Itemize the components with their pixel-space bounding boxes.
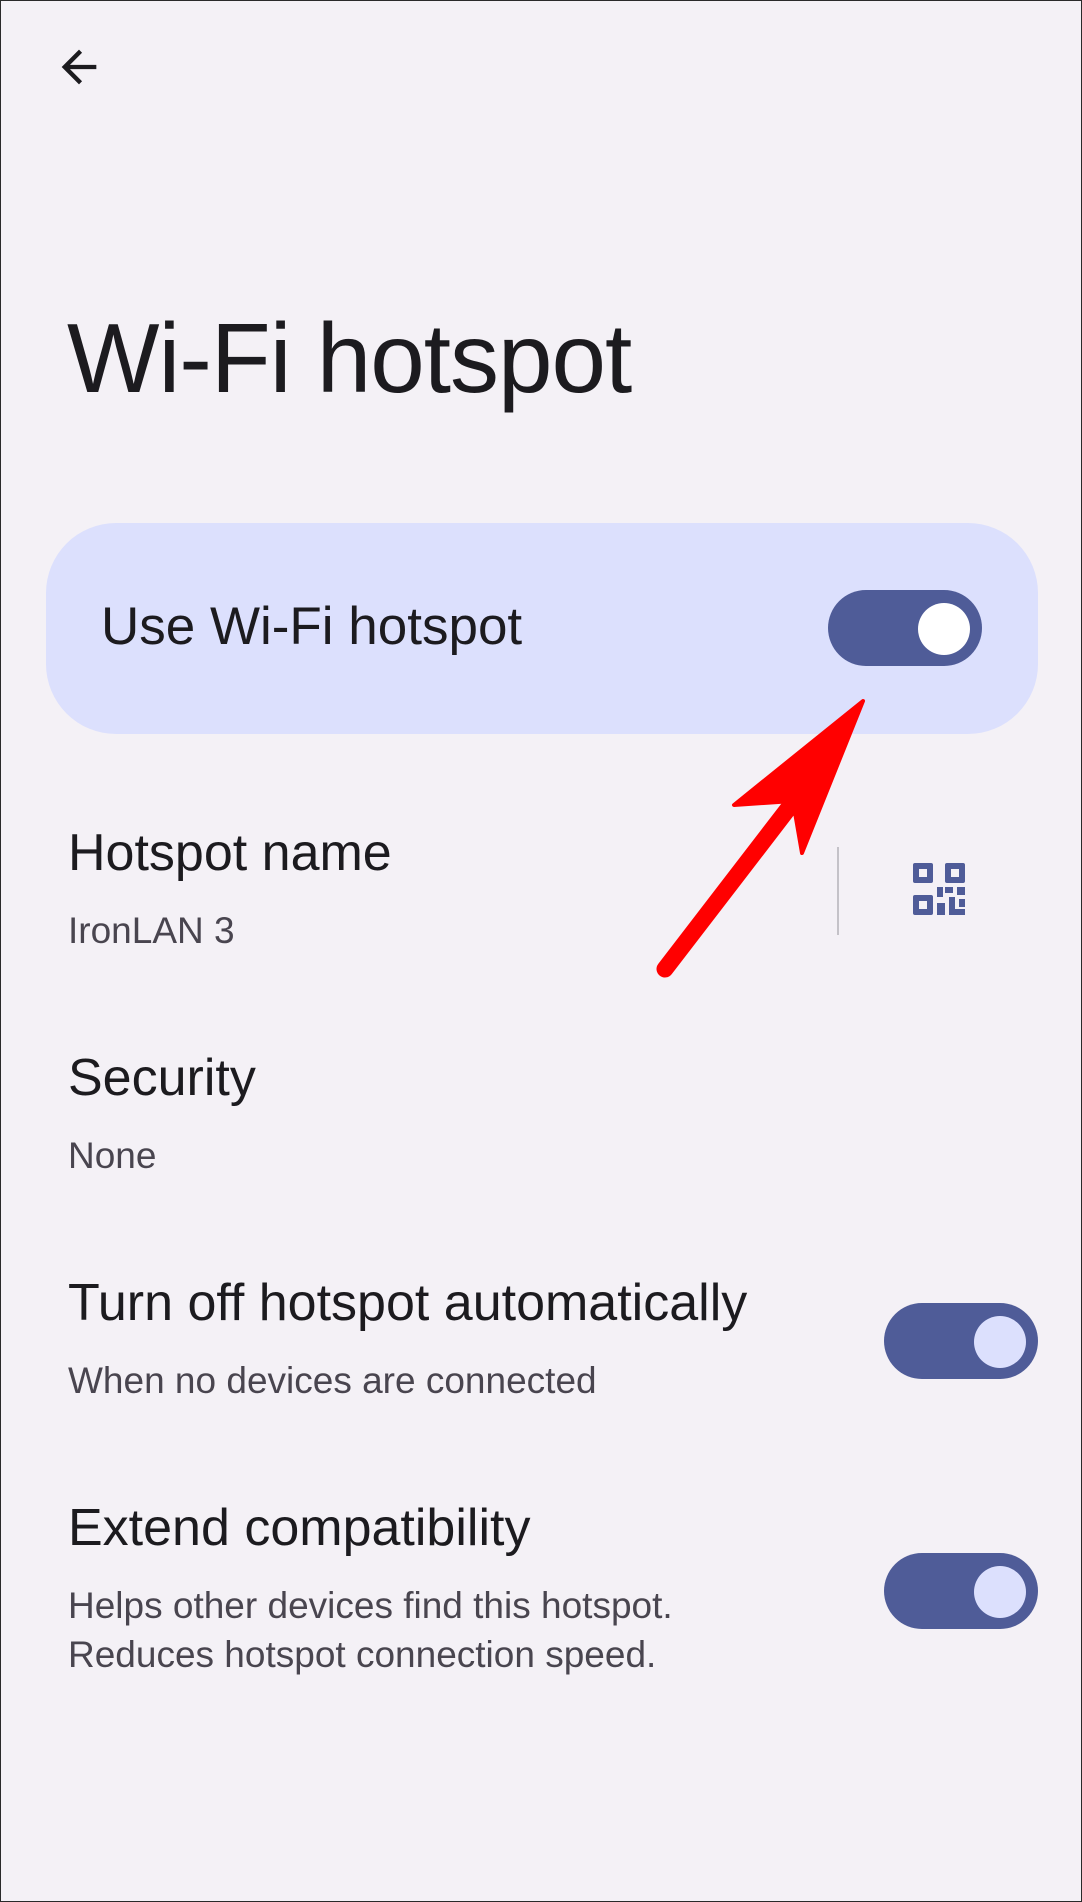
switch-thumb <box>974 1566 1026 1618</box>
page-title: Wi-Fi hotspot <box>67 303 632 413</box>
extend-compatibility-summary-line2: Reduces hotspot connection speed. <box>68 1634 657 1675</box>
use-hotspot-switch[interactable] <box>828 590 982 666</box>
extend-compatibility-summary-line1: Helps other devices find this hotspot. <box>68 1585 673 1626</box>
hotspot-name-title: Hotspot name <box>68 824 392 882</box>
security-row[interactable]: Security None <box>1 1046 1081 1196</box>
arrow-back-icon <box>61 49 97 85</box>
security-value: None <box>68 1135 157 1176</box>
row-divider <box>837 847 839 935</box>
hotspot-name-row[interactable]: Hotspot name IronLAN 3 <box>1 821 831 971</box>
settings-screen: Wi-Fi hotspot Use Wi-Fi hotspot Hotspot … <box>0 0 1082 1902</box>
share-qr-button[interactable] <box>899 849 979 929</box>
turn-off-automatically-title: Turn off hotspot automatically <box>68 1274 748 1332</box>
switch-thumb <box>974 1316 1026 1368</box>
turn-off-automatically-switch[interactable] <box>884 1303 1038 1379</box>
switch-thumb <box>918 603 970 655</box>
extend-compatibility-row[interactable]: Extend compatibility Helps other devices… <box>1 1496 1081 1696</box>
extend-compatibility-switch[interactable] <box>884 1553 1038 1629</box>
turn-off-automatically-summary: When no devices are connected <box>68 1360 597 1401</box>
use-hotspot-toggle-card[interactable]: Use Wi-Fi hotspot <box>46 523 1038 734</box>
turn-off-automatically-row[interactable]: Turn off hotspot automatically When no d… <box>1 1271 1081 1421</box>
extend-compatibility-title: Extend compatibility <box>68 1499 531 1557</box>
hotspot-name-value: IronLAN 3 <box>68 910 235 951</box>
use-hotspot-label: Use Wi-Fi hotspot <box>101 597 523 656</box>
security-title: Security <box>68 1049 256 1107</box>
qr-code-icon <box>913 863 965 915</box>
back-button[interactable] <box>41 29 117 105</box>
